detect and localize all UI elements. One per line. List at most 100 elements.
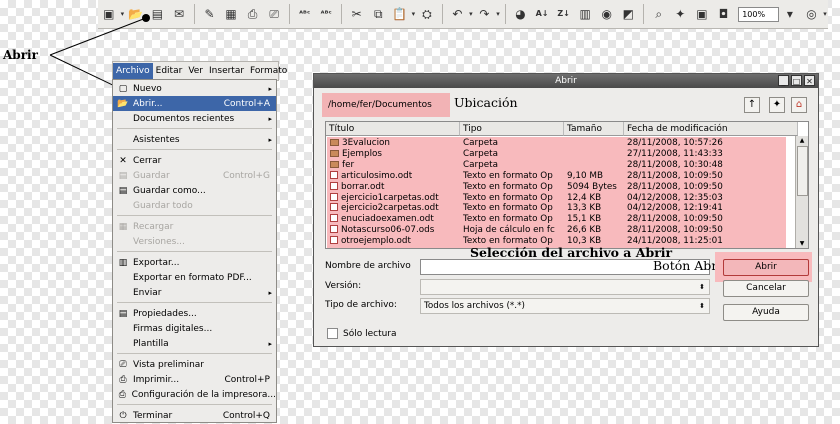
file-row[interactable]: enuciadoexamen.odt Texto en formato Op 15,… <box>326 214 798 224</box>
readonly-checkbox[interactable] <box>327 328 338 339</box>
dialog-title: Abrir <box>555 76 577 86</box>
menu-item-label: Documentos recientes <box>133 113 235 124</box>
menu-item-label: Terminar <box>133 410 173 421</box>
file-icon <box>330 170 338 179</box>
menu-archivo[interactable]: Archivo <box>113 63 153 79</box>
filetype-select[interactable]: Todos los archivos (*.*) ⬍ <box>420 298 710 314</box>
submenu-arrow-icon: ▸ <box>268 114 272 123</box>
file-date-cell: 28/11/2008, 10:30:48 <box>627 159 723 170</box>
file-size-cell: 5094 Bytes <box>567 181 617 192</box>
file-list[interactable]: Título Tipo Tamaño Fecha de modificación… <box>325 121 809 249</box>
filename-label: Nombre de archivo <box>325 261 411 271</box>
menu-separator <box>117 251 272 252</box>
menu-item-plantilla[interactable]: Plantilla ▸ <box>113 336 276 351</box>
file-row[interactable]: 3Evalucion Carpeta 28/11/2008, 10:57:26 <box>326 138 798 148</box>
print-preview-icon: ⎚ <box>119 359 127 370</box>
menu-item-enviar[interactable]: Enviar ▸ <box>113 285 276 300</box>
help-button[interactable]: Ayuda <box>723 304 809 321</box>
scrollbar-thumb[interactable] <box>797 146 808 196</box>
file-row[interactable]: ejercicio2carpetas.odt Texto en formato O… <box>326 203 798 213</box>
menu-item-vista-preliminar[interactable]: ⎚ Vista preliminar <box>113 357 276 372</box>
column-header-date[interactable]: Fecha de modificación <box>624 122 798 136</box>
menu-item-configuracion-impresora[interactable]: ⎙ Configuración de la impresora... <box>113 387 276 402</box>
file-date-cell: 27/11/2008, 11:43:33 <box>627 148 723 159</box>
menu-item-terminar[interactable]: ⏻ Terminar Control+Q <box>113 408 276 423</box>
file-date-cell: 28/11/2008, 10:09:50 <box>627 225 723 236</box>
menu-item-label: Nuevo <box>133 83 162 94</box>
file-name-cell: Ejemplos <box>330 149 382 159</box>
save-icon: ▤ <box>118 170 128 181</box>
file-row[interactable]: fer Carpeta 28/11/2008, 10:30:48 <box>326 160 798 170</box>
menu-item-label: Guardar como... <box>133 185 206 196</box>
menu-item-propiedades[interactable]: ▤ Propiedades... <box>113 306 276 321</box>
menu-item-guardar[interactable]: ▤ Guardar Control+G <box>113 168 276 183</box>
menu-item-nuevo[interactable]: ▢ Nuevo ▸ <box>113 81 276 96</box>
exit-icon: ⏻ <box>119 410 127 421</box>
up-folder-icon[interactable]: ↑ <box>744 97 760 113</box>
readonly-option[interactable]: Sólo lectura <box>327 328 397 339</box>
menu-item-firmas-digitales[interactable]: Firmas digitales... <box>113 321 276 336</box>
scroll-up-icon[interactable]: ▲ <box>797 136 807 145</box>
file-icon <box>330 225 338 234</box>
folder-icon <box>330 139 339 146</box>
file-date-cell: 04/12/2008, 12:19:41 <box>627 203 723 214</box>
file-row[interactable]: articulosimo.odt Texto en formato Op 9,10 … <box>326 170 798 181</box>
open-button[interactable]: Abrir <box>723 259 809 276</box>
open-dialog: Abrir _ □ ✕ /home/fer/Documentos Ubicaci… <box>313 73 819 347</box>
file-row[interactable]: ejercicio1carpetas.odt Texto en formato O… <box>326 192 798 203</box>
dialog-titlebar[interactable]: Abrir _ □ ✕ <box>314 74 818 88</box>
maximize-icon[interactable]: □ <box>791 75 802 86</box>
cancel-button[interactable]: Cancelar <box>723 280 809 297</box>
file-row[interactable]: Ejemplos Carpeta 27/11/2008, 11:43:33 <box>326 149 798 159</box>
close-icon[interactable]: ✕ <box>804 75 815 86</box>
menu-item-shortcut: Control+A <box>223 98 270 109</box>
file-icon <box>330 192 338 201</box>
file-name-text: Notascurso06-07.ods <box>341 225 435 236</box>
location-annotation: Ubicación <box>454 95 518 110</box>
new-folder-icon[interactable]: ✦ <box>769 97 785 113</box>
menu-item-exportar[interactable]: ▥ Exportar... <box>113 255 276 270</box>
version-select[interactable]: ⬍ <box>420 279 710 295</box>
menu-ver[interactable]: Ver <box>185 63 206 79</box>
home-icon[interactable]: ⌂ <box>791 97 807 113</box>
menu-editar[interactable]: Editar <box>153 63 186 79</box>
menu-item-abrir[interactable]: 📂 Abrir... Control+A <box>113 96 276 111</box>
file-date-cell: 28/11/2008, 10:09:50 <box>627 181 723 192</box>
menu-item-label: Guardar <box>133 170 170 181</box>
menu-item-asistentes[interactable]: Asistentes ▸ <box>113 132 276 147</box>
column-header-size[interactable]: Tamaño <box>564 122 624 136</box>
minimize-icon[interactable]: _ <box>778 75 789 86</box>
menu-item-label: Cerrar <box>133 155 162 166</box>
new-document-icon: ▢ <box>118 83 128 94</box>
menu-separator <box>117 302 272 303</box>
file-type-cell: Texto en formato Op <box>463 203 553 214</box>
menu-item-label: Plantilla <box>133 338 169 349</box>
menu-item-guardar-como[interactable]: ▤ Guardar como... <box>113 183 276 198</box>
filetype-label: Tipo de archivo: <box>325 300 397 310</box>
column-header-type[interactable]: Tipo <box>460 122 564 136</box>
menu-insertar[interactable]: Insertar <box>206 63 247 79</box>
menu-item-exportar-pdf[interactable]: Exportar en formato PDF... <box>113 270 276 285</box>
file-icon <box>330 236 338 245</box>
menu-item-guardar-todo[interactable]: Guardar todo <box>113 198 276 213</box>
column-header-title[interactable]: Título <box>326 122 460 136</box>
file-name-cell: articulosimo.odt <box>330 170 412 181</box>
menu-item-cerrar[interactable]: ✕ Cerrar <box>113 153 276 168</box>
printer-settings-icon: ⎙ <box>118 389 126 400</box>
menu-item-shortcut: Control+G <box>222 170 270 181</box>
file-row[interactable]: borrar.odt Texto en formato Op 5094 Bytes 2… <box>326 181 798 192</box>
menu-item-label: Configuración de la impresora... <box>131 389 276 400</box>
menu-item-documentos-recientes[interactable]: Documentos recientes ▸ <box>113 111 276 126</box>
filetype-value: Todos los archivos (*.*) <box>424 301 525 311</box>
vertical-scrollbar[interactable]: ▲ ▼ <box>795 136 808 248</box>
menu-item-label: Propiedades... <box>133 308 197 319</box>
file-row[interactable]: Notascurso06-07.ods Hoja de cálculo en fc… <box>326 225 798 235</box>
menu-item-versiones[interactable]: Versiones... <box>113 234 276 249</box>
menu-formato[interactable]: Formato <box>247 63 290 79</box>
menu-item-imprimir[interactable]: ⎙ Imprimir... Control+P <box>113 372 276 387</box>
current-path[interactable]: /home/fer/Documentos <box>322 93 450 117</box>
menu-item-label: Guardar todo <box>133 200 193 211</box>
file-name-cell: otroejemplo.odt <box>330 236 411 246</box>
menu-item-recargar[interactable]: ▦ Recargar <box>113 219 276 234</box>
scroll-down-icon[interactable]: ▼ <box>797 239 807 248</box>
